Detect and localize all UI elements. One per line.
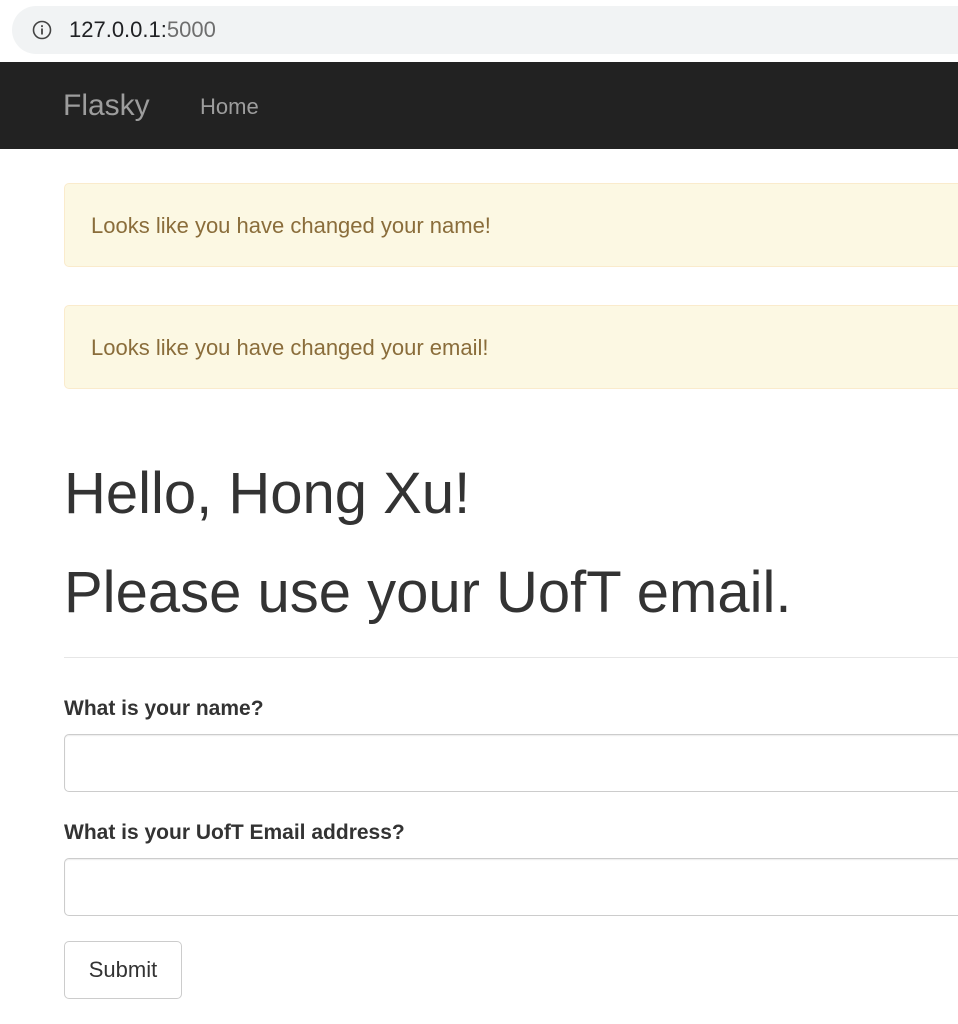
alert-email-changed: Looks like you have changed your email! (64, 305, 958, 389)
info-circle-icon[interactable] (32, 20, 52, 40)
submit-button[interactable]: Submit (64, 941, 182, 999)
url-host: 127.0.0.1: (69, 17, 167, 42)
nav-link-home[interactable]: Home (200, 94, 259, 120)
navbar: Flasky Home (0, 62, 958, 149)
alert-message: Looks like you have changed your email! (91, 335, 489, 360)
email-label: What is your UofT Email address? (64, 821, 405, 844)
alert-message: Looks like you have changed your name! (91, 213, 491, 238)
url-text[interactable]: 127.0.0.1:5000 (69, 18, 216, 42)
email-input[interactable] (64, 858, 958, 916)
name-label: What is your name? (64, 697, 264, 720)
name-input[interactable] (64, 734, 958, 792)
alert-name-changed: Looks like you have changed your name! (64, 183, 958, 267)
greeting-heading: Hello, Hong Xu! (64, 461, 471, 526)
notice-heading: Please use your UofT email. (64, 560, 792, 625)
address-bar[interactable]: 127.0.0.1:5000 (12, 6, 958, 54)
browser-address-strip: 127.0.0.1:5000 (0, 0, 958, 62)
url-port: 5000 (166, 17, 216, 42)
navbar-brand[interactable]: Flasky (63, 89, 150, 123)
divider (64, 657, 958, 658)
